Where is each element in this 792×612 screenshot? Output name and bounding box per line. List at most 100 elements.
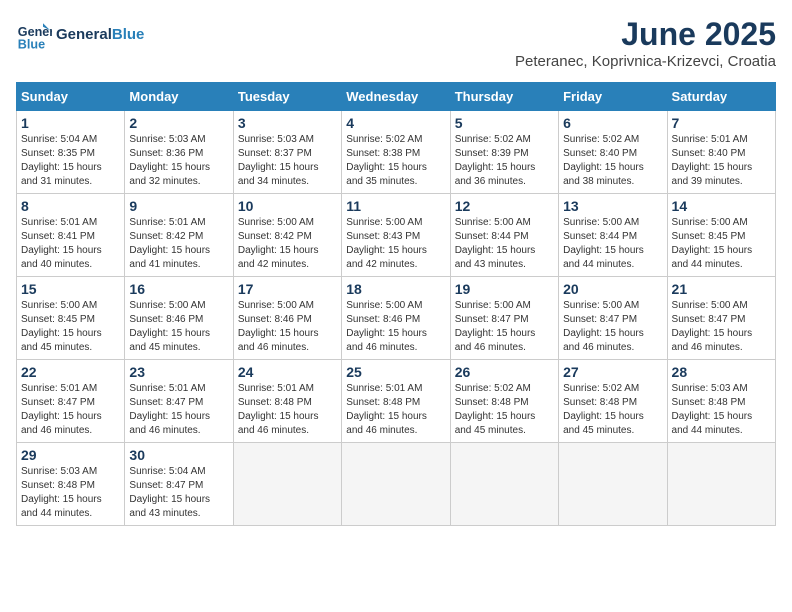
day-detail: Sunrise: 5:02 AM Sunset: 8:40 PM Dayligh… bbox=[563, 133, 662, 189]
day-number: 29 bbox=[21, 447, 120, 463]
day-number: 14 bbox=[672, 198, 771, 214]
calendar-cell: 2 Sunrise: 5:03 AM Sunset: 8:36 PM Daylig… bbox=[125, 111, 233, 194]
calendar-week-5: 29 Sunrise: 5:03 AM Sunset: 8:48 PM Dayli… bbox=[17, 443, 776, 526]
calendar-cell: 17 Sunrise: 5:00 AM Sunset: 8:46 PM Dayli… bbox=[233, 277, 341, 360]
day-number: 4 bbox=[346, 115, 445, 131]
day-detail: Sunrise: 5:00 AM Sunset: 8:47 PM Dayligh… bbox=[455, 299, 554, 355]
day-detail: Sunrise: 5:01 AM Sunset: 8:41 PM Dayligh… bbox=[21, 216, 120, 272]
day-number: 15 bbox=[21, 281, 120, 297]
day-header-friday: Friday bbox=[559, 83, 667, 111]
calendar-cell: 25Sunrise: 5:01 AM Sunset: 8:48 PM Dayli… bbox=[342, 360, 450, 443]
day-number: 5 bbox=[455, 115, 554, 131]
day-header-tuesday: Tuesday bbox=[233, 83, 341, 111]
calendar-cell bbox=[450, 443, 558, 526]
day-detail: Sunrise: 5:04 AM Sunset: 8:35 PM Dayligh… bbox=[21, 133, 120, 189]
calendar-cell: 5 Sunrise: 5:02 AM Sunset: 8:39 PM Daylig… bbox=[450, 111, 558, 194]
day-detail: Sunrise: 5:00 AM Sunset: 8:45 PM Dayligh… bbox=[21, 299, 120, 355]
title-area: June 2025 Peteranec, Koprivnica-Krizevci… bbox=[515, 16, 776, 70]
calendar-cell bbox=[342, 443, 450, 526]
calendar-cell bbox=[233, 443, 341, 526]
day-number: 24 bbox=[238, 364, 337, 380]
day-number: 3 bbox=[238, 115, 337, 131]
calendar-cell: 4 Sunrise: 5:02 AM Sunset: 8:38 PM Daylig… bbox=[342, 111, 450, 194]
day-detail: Sunrise: 5:04 AM Sunset: 8:47 PM Dayligh… bbox=[129, 465, 228, 521]
day-number: 30 bbox=[129, 447, 228, 463]
calendar-cell: 22 Sunrise: 5:01 AM Sunset: 8:47 PM Dayli… bbox=[17, 360, 125, 443]
day-detail: Sunrise: 5:01 AM Sunset: 8:47 PM Dayligh… bbox=[129, 382, 228, 438]
logo-text: GeneralBlue bbox=[56, 26, 144, 43]
day-detail: Sunrise: 5:00 AM Sunset: 8:44 PM Dayligh… bbox=[563, 216, 662, 272]
day-detail: Sunrise: 5:03 AM Sunset: 8:36 PM Dayligh… bbox=[129, 133, 228, 189]
day-number: 19 bbox=[455, 281, 554, 297]
day-detail: Sunrise: 5:00 AM Sunset: 8:46 PM Dayligh… bbox=[238, 299, 337, 355]
calendar-cell: 6 Sunrise: 5:02 AM Sunset: 8:40 PM Daylig… bbox=[559, 111, 667, 194]
calendar-week-1: 1 Sunrise: 5:04 AM Sunset: 8:35 PM Daylig… bbox=[17, 111, 776, 194]
day-number: 28 bbox=[672, 364, 771, 380]
day-number: 9 bbox=[129, 198, 228, 214]
calendar-cell: 23Sunrise: 5:01 AM Sunset: 8:47 PM Dayli… bbox=[125, 360, 233, 443]
logo-icon: General Blue bbox=[16, 16, 52, 52]
day-detail: Sunrise: 5:03 AM Sunset: 8:48 PM Dayligh… bbox=[672, 382, 771, 438]
calendar-cell: 12Sunrise: 5:00 AM Sunset: 8:44 PM Dayli… bbox=[450, 194, 558, 277]
day-detail: Sunrise: 5:03 AM Sunset: 8:48 PM Dayligh… bbox=[21, 465, 120, 521]
day-header-monday: Monday bbox=[125, 83, 233, 111]
day-number: 12 bbox=[455, 198, 554, 214]
day-detail: Sunrise: 5:00 AM Sunset: 8:43 PM Dayligh… bbox=[346, 216, 445, 272]
calendar-cell: 21Sunrise: 5:00 AM Sunset: 8:47 PM Dayli… bbox=[667, 277, 775, 360]
calendar-cell: 26 Sunrise: 5:02 AM Sunset: 8:48 PM Dayli… bbox=[450, 360, 558, 443]
day-number: 16 bbox=[129, 281, 228, 297]
day-number: 27 bbox=[563, 364, 662, 380]
day-detail: Sunrise: 5:00 AM Sunset: 8:46 PM Dayligh… bbox=[346, 299, 445, 355]
calendar-cell: 24Sunrise: 5:01 AM Sunset: 8:48 PM Dayli… bbox=[233, 360, 341, 443]
calendar-cell: 19 Sunrise: 5:00 AM Sunset: 8:47 PM Dayli… bbox=[450, 277, 558, 360]
calendar-cell: 3 Sunrise: 5:03 AM Sunset: 8:37 PM Daylig… bbox=[233, 111, 341, 194]
calendar-cell: 13 Sunrise: 5:00 AM Sunset: 8:44 PM Dayli… bbox=[559, 194, 667, 277]
day-header-saturday: Saturday bbox=[667, 83, 775, 111]
day-number: 7 bbox=[672, 115, 771, 131]
day-detail: Sunrise: 5:02 AM Sunset: 8:38 PM Dayligh… bbox=[346, 133, 445, 189]
logo: General Blue GeneralBlue bbox=[16, 16, 144, 52]
day-header-sunday: Sunday bbox=[17, 83, 125, 111]
day-number: 10 bbox=[238, 198, 337, 214]
day-number: 20 bbox=[563, 281, 662, 297]
day-number: 11 bbox=[346, 198, 445, 214]
day-number: 18 bbox=[346, 281, 445, 297]
day-detail: Sunrise: 5:01 AM Sunset: 8:47 PM Dayligh… bbox=[21, 382, 120, 438]
day-detail: Sunrise: 5:00 AM Sunset: 8:47 PM Dayligh… bbox=[563, 299, 662, 355]
day-number: 26 bbox=[455, 364, 554, 380]
calendar-cell: 20 Sunrise: 5:00 AM Sunset: 8:47 PM Dayli… bbox=[559, 277, 667, 360]
day-detail: Sunrise: 5:01 AM Sunset: 8:40 PM Dayligh… bbox=[672, 133, 771, 189]
calendar-header-row: SundayMondayTuesdayWednesdayThursdayFrid… bbox=[17, 83, 776, 111]
day-detail: Sunrise: 5:00 AM Sunset: 8:42 PM Dayligh… bbox=[238, 216, 337, 272]
day-detail: Sunrise: 5:03 AM Sunset: 8:37 PM Dayligh… bbox=[238, 133, 337, 189]
calendar-cell: 30 Sunrise: 5:04 AM Sunset: 8:47 PM Dayli… bbox=[125, 443, 233, 526]
day-detail: Sunrise: 5:02 AM Sunset: 8:48 PM Dayligh… bbox=[455, 382, 554, 438]
day-number: 1 bbox=[21, 115, 120, 131]
day-number: 17 bbox=[238, 281, 337, 297]
calendar-cell bbox=[559, 443, 667, 526]
day-number: 22 bbox=[21, 364, 120, 380]
calendar-cell: 29 Sunrise: 5:03 AM Sunset: 8:48 PM Dayli… bbox=[17, 443, 125, 526]
calendar-cell: 8 Sunrise: 5:01 AM Sunset: 8:41 PM Daylig… bbox=[17, 194, 125, 277]
calendar-week-2: 8 Sunrise: 5:01 AM Sunset: 8:41 PM Daylig… bbox=[17, 194, 776, 277]
day-number: 2 bbox=[129, 115, 228, 131]
calendar-body: 1 Sunrise: 5:04 AM Sunset: 8:35 PM Daylig… bbox=[17, 111, 776, 526]
location-title: Peteranec, Koprivnica-Krizevci, Croatia bbox=[515, 53, 776, 70]
calendar-cell: 27 Sunrise: 5:02 AM Sunset: 8:48 PM Dayli… bbox=[559, 360, 667, 443]
calendar-cell: 15 Sunrise: 5:00 AM Sunset: 8:45 PM Dayli… bbox=[17, 277, 125, 360]
day-header-wednesday: Wednesday bbox=[342, 83, 450, 111]
calendar-cell: 14Sunrise: 5:00 AM Sunset: 8:45 PM Dayli… bbox=[667, 194, 775, 277]
day-number: 25 bbox=[346, 364, 445, 380]
day-number: 8 bbox=[21, 198, 120, 214]
day-number: 6 bbox=[563, 115, 662, 131]
calendar-cell: 18 Sunrise: 5:00 AM Sunset: 8:46 PM Dayli… bbox=[342, 277, 450, 360]
day-detail: Sunrise: 5:02 AM Sunset: 8:48 PM Dayligh… bbox=[563, 382, 662, 438]
day-detail: Sunrise: 5:01 AM Sunset: 8:42 PM Dayligh… bbox=[129, 216, 228, 272]
calendar-cell: 9 Sunrise: 5:01 AM Sunset: 8:42 PM Daylig… bbox=[125, 194, 233, 277]
calendar-week-3: 15 Sunrise: 5:00 AM Sunset: 8:45 PM Dayli… bbox=[17, 277, 776, 360]
calendar-cell: 28 Sunrise: 5:03 AM Sunset: 8:48 PM Dayli… bbox=[667, 360, 775, 443]
day-detail: Sunrise: 5:02 AM Sunset: 8:39 PM Dayligh… bbox=[455, 133, 554, 189]
day-number: 13 bbox=[563, 198, 662, 214]
day-detail: Sunrise: 5:00 AM Sunset: 8:47 PM Dayligh… bbox=[672, 299, 771, 355]
day-detail: Sunrise: 5:00 AM Sunset: 8:46 PM Dayligh… bbox=[129, 299, 228, 355]
